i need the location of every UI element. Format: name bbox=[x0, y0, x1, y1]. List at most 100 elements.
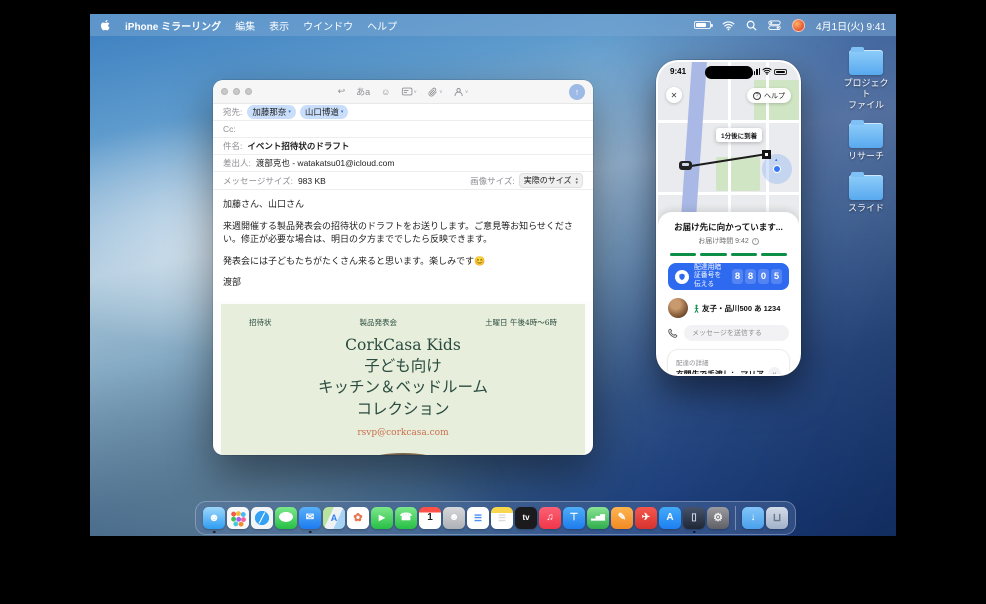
dock-downloads-folder-icon[interactable]: ↓ bbox=[742, 507, 764, 529]
dock-phone-icon[interactable]: ☎ bbox=[395, 507, 417, 529]
zoom-window-button[interactable] bbox=[245, 88, 252, 95]
image-size-select[interactable]: 実際のサイズ ▴▾ bbox=[519, 173, 583, 188]
call-icon[interactable] bbox=[668, 328, 678, 338]
invitation-title-line: 子ども向け bbox=[221, 356, 585, 377]
dock-separator bbox=[735, 506, 736, 530]
message-size-value: 983 KB bbox=[298, 176, 326, 186]
trash-glyph: ⊔ bbox=[773, 513, 782, 524]
from-value: 渡部克也 - watakatsu01@icloud.com bbox=[256, 157, 395, 169]
settings-glyph: ⚙ bbox=[713, 513, 723, 524]
calendar-glyph: 1 bbox=[427, 513, 433, 523]
dock-settings-icon[interactable]: ⚙ bbox=[707, 507, 729, 529]
search-icon[interactable] bbox=[746, 20, 757, 31]
mail-titlebar: ↩ あa ☺ ∨ ∨ ∨ ↑ bbox=[213, 80, 593, 104]
desktop-folder-research[interactable]: リサーチ bbox=[842, 123, 890, 162]
window-controls[interactable] bbox=[221, 88, 252, 95]
from-field[interactable]: 差出人: 渡部克也 - watakatsu01@icloud.com bbox=[213, 155, 593, 172]
recipient-chip[interactable]: 加藤那奈▾ bbox=[247, 105, 296, 119]
recipient-chips: 加藤那奈▾ 山口博道▾ bbox=[247, 105, 348, 119]
delivery-details-card[interactable]: 配達の詳細 玄関先で手渡し： マリアビル ∨ bbox=[668, 350, 789, 374]
control-center-icon[interactable] bbox=[768, 20, 781, 30]
message-row: メッセージを送信する bbox=[668, 325, 789, 341]
maps-glyph: A bbox=[331, 514, 338, 523]
mail-glyph: ✉ bbox=[306, 513, 314, 523]
menu-item[interactable]: ウインドウ bbox=[303, 18, 353, 33]
delivery-progress-bar bbox=[670, 253, 787, 256]
dock-numbers-icon[interactable]: ▂▅▇ bbox=[587, 507, 609, 529]
dock-pages-icon[interactable]: ✎ bbox=[611, 507, 633, 529]
cc-field[interactable]: Cc: bbox=[213, 121, 593, 138]
battery-icon[interactable] bbox=[694, 21, 711, 29]
dock-app-store-icon[interactable]: A bbox=[659, 507, 681, 529]
dock-tv-icon[interactable]: tv bbox=[515, 507, 537, 529]
dock-maps-icon[interactable]: A bbox=[323, 507, 345, 529]
header-fields-button[interactable]: ∨ bbox=[401, 87, 417, 96]
dock-calendar-icon[interactable]: 1 bbox=[419, 507, 441, 529]
phone-glyph: ☎ bbox=[400, 513, 412, 523]
dock-contacts-icon[interactable]: ☻ bbox=[443, 507, 465, 529]
passcode-digit: 0 bbox=[758, 269, 769, 284]
dock-iphone-mirroring-icon[interactable]: ▯ bbox=[683, 507, 705, 529]
dock-music-icon[interactable]: ♫ bbox=[539, 507, 561, 529]
wifi-icon[interactable] bbox=[722, 20, 735, 31]
send-message-input[interactable]: メッセージを送信する bbox=[684, 325, 789, 341]
chip-dropdown-icon: ▾ bbox=[341, 109, 344, 115]
menu-item[interactable]: ヘルプ bbox=[367, 18, 397, 33]
close-window-button[interactable] bbox=[221, 88, 228, 95]
folder-icon bbox=[849, 50, 883, 75]
destination-marker-icon bbox=[762, 150, 771, 159]
dock-trash-icon[interactable]: ⊔ bbox=[766, 507, 788, 529]
chip-dropdown-icon: ▾ bbox=[288, 109, 291, 115]
pages-glyph: ✎ bbox=[618, 513, 626, 523]
minimize-window-button[interactable] bbox=[233, 88, 240, 95]
invitation-card-attachment[interactable]: 招待状 製品発表会 土曜日 午後4時〜6時 CorkCasa Kids子ども向け… bbox=[221, 304, 585, 456]
close-mirroring-button[interactable]: ✕ bbox=[666, 87, 682, 103]
folder-label: プロジェクト ファイル bbox=[842, 78, 890, 110]
send-button[interactable]: ↑ bbox=[569, 84, 585, 100]
body-signature: 渡部 bbox=[223, 276, 583, 290]
apple-menu-icon[interactable] bbox=[100, 19, 111, 32]
dock-safari-icon[interactable]: ╱ bbox=[251, 507, 273, 529]
dock-photos-icon[interactable]: ✿ bbox=[347, 507, 369, 529]
dock-messages-icon[interactable] bbox=[275, 507, 297, 529]
dock-rocket-app-icon[interactable]: ✈ bbox=[635, 507, 657, 529]
desktop-folder-projects[interactable]: プロジェクト ファイル bbox=[842, 50, 890, 110]
help-button[interactable]: ? ヘルプ bbox=[747, 88, 791, 103]
progress-segment bbox=[731, 253, 757, 256]
emoji-button[interactable]: ☺ bbox=[381, 87, 390, 97]
active-app-name[interactable]: iPhone ミラーリング bbox=[125, 18, 221, 33]
desktop-folder-slides[interactable]: スライド bbox=[842, 175, 890, 214]
expand-details-button[interactable]: ∨ bbox=[768, 367, 781, 375]
subject-field[interactable]: 件名: イベント招待状のドラフト bbox=[213, 138, 593, 155]
to-label: 宛先: bbox=[223, 106, 242, 118]
iphone-mirroring-window: ▴ 1分後に到着 9:41 ✕ ? ヘルプ bbox=[656, 60, 801, 376]
menu-bar-clock[interactable]: 4月1日(火) 9:41 bbox=[816, 18, 886, 33]
dock-finder-icon[interactable]: ☻ bbox=[203, 507, 225, 529]
chevron-down-icon: ∨ bbox=[772, 371, 776, 375]
body-greeting: 加藤さん、山口さん bbox=[223, 198, 583, 212]
courier-row[interactable]: 友子・品川500 あ 1234 bbox=[668, 298, 789, 318]
add-contact-button[interactable]: ∨ bbox=[454, 87, 469, 97]
passcode-badge-icon bbox=[675, 270, 689, 284]
passcode-digit: 8 bbox=[732, 269, 743, 284]
to-field[interactable]: 宛先: 加藤那奈▾ 山口博道▾ bbox=[213, 104, 593, 121]
info-icon[interactable]: i bbox=[752, 238, 759, 245]
recipient-chip[interactable]: 山口博道▾ bbox=[300, 105, 349, 119]
share-passcode-button[interactable]: 配達用暗証番号を伝える 8805 bbox=[668, 263, 789, 290]
menu-item[interactable]: 表示 bbox=[269, 18, 289, 33]
dock-keynote-icon[interactable]: ⊤ bbox=[563, 507, 585, 529]
user-avatar-icon[interactable] bbox=[792, 19, 805, 32]
invitation-title-line: キッチン＆ベッドルーム bbox=[221, 377, 585, 398]
dock-notes-icon[interactable]: ☰ bbox=[491, 507, 513, 529]
menu-item[interactable]: 編集 bbox=[235, 18, 255, 33]
dock-mail-icon[interactable]: ✉ bbox=[299, 507, 321, 529]
message-body[interactable]: 加藤さん、山口さん 来週開催する製品発表会の招待状のドラフトをお送りします。ご意… bbox=[213, 190, 593, 302]
format-text-button[interactable]: あa bbox=[356, 85, 370, 98]
dock-launchpad-icon[interactable] bbox=[227, 507, 249, 529]
dock-reminders-icon[interactable]: ☰ bbox=[467, 507, 489, 529]
desktop-folders: プロジェクト ファイルリサーチスライド bbox=[842, 50, 890, 214]
invitation-tag-center: 製品発表会 bbox=[360, 317, 398, 328]
dock-facetime-icon[interactable]: ▶ bbox=[371, 507, 393, 529]
undo-button[interactable]: ↩ bbox=[338, 86, 346, 97]
attach-file-button[interactable]: ∨ bbox=[428, 87, 443, 97]
